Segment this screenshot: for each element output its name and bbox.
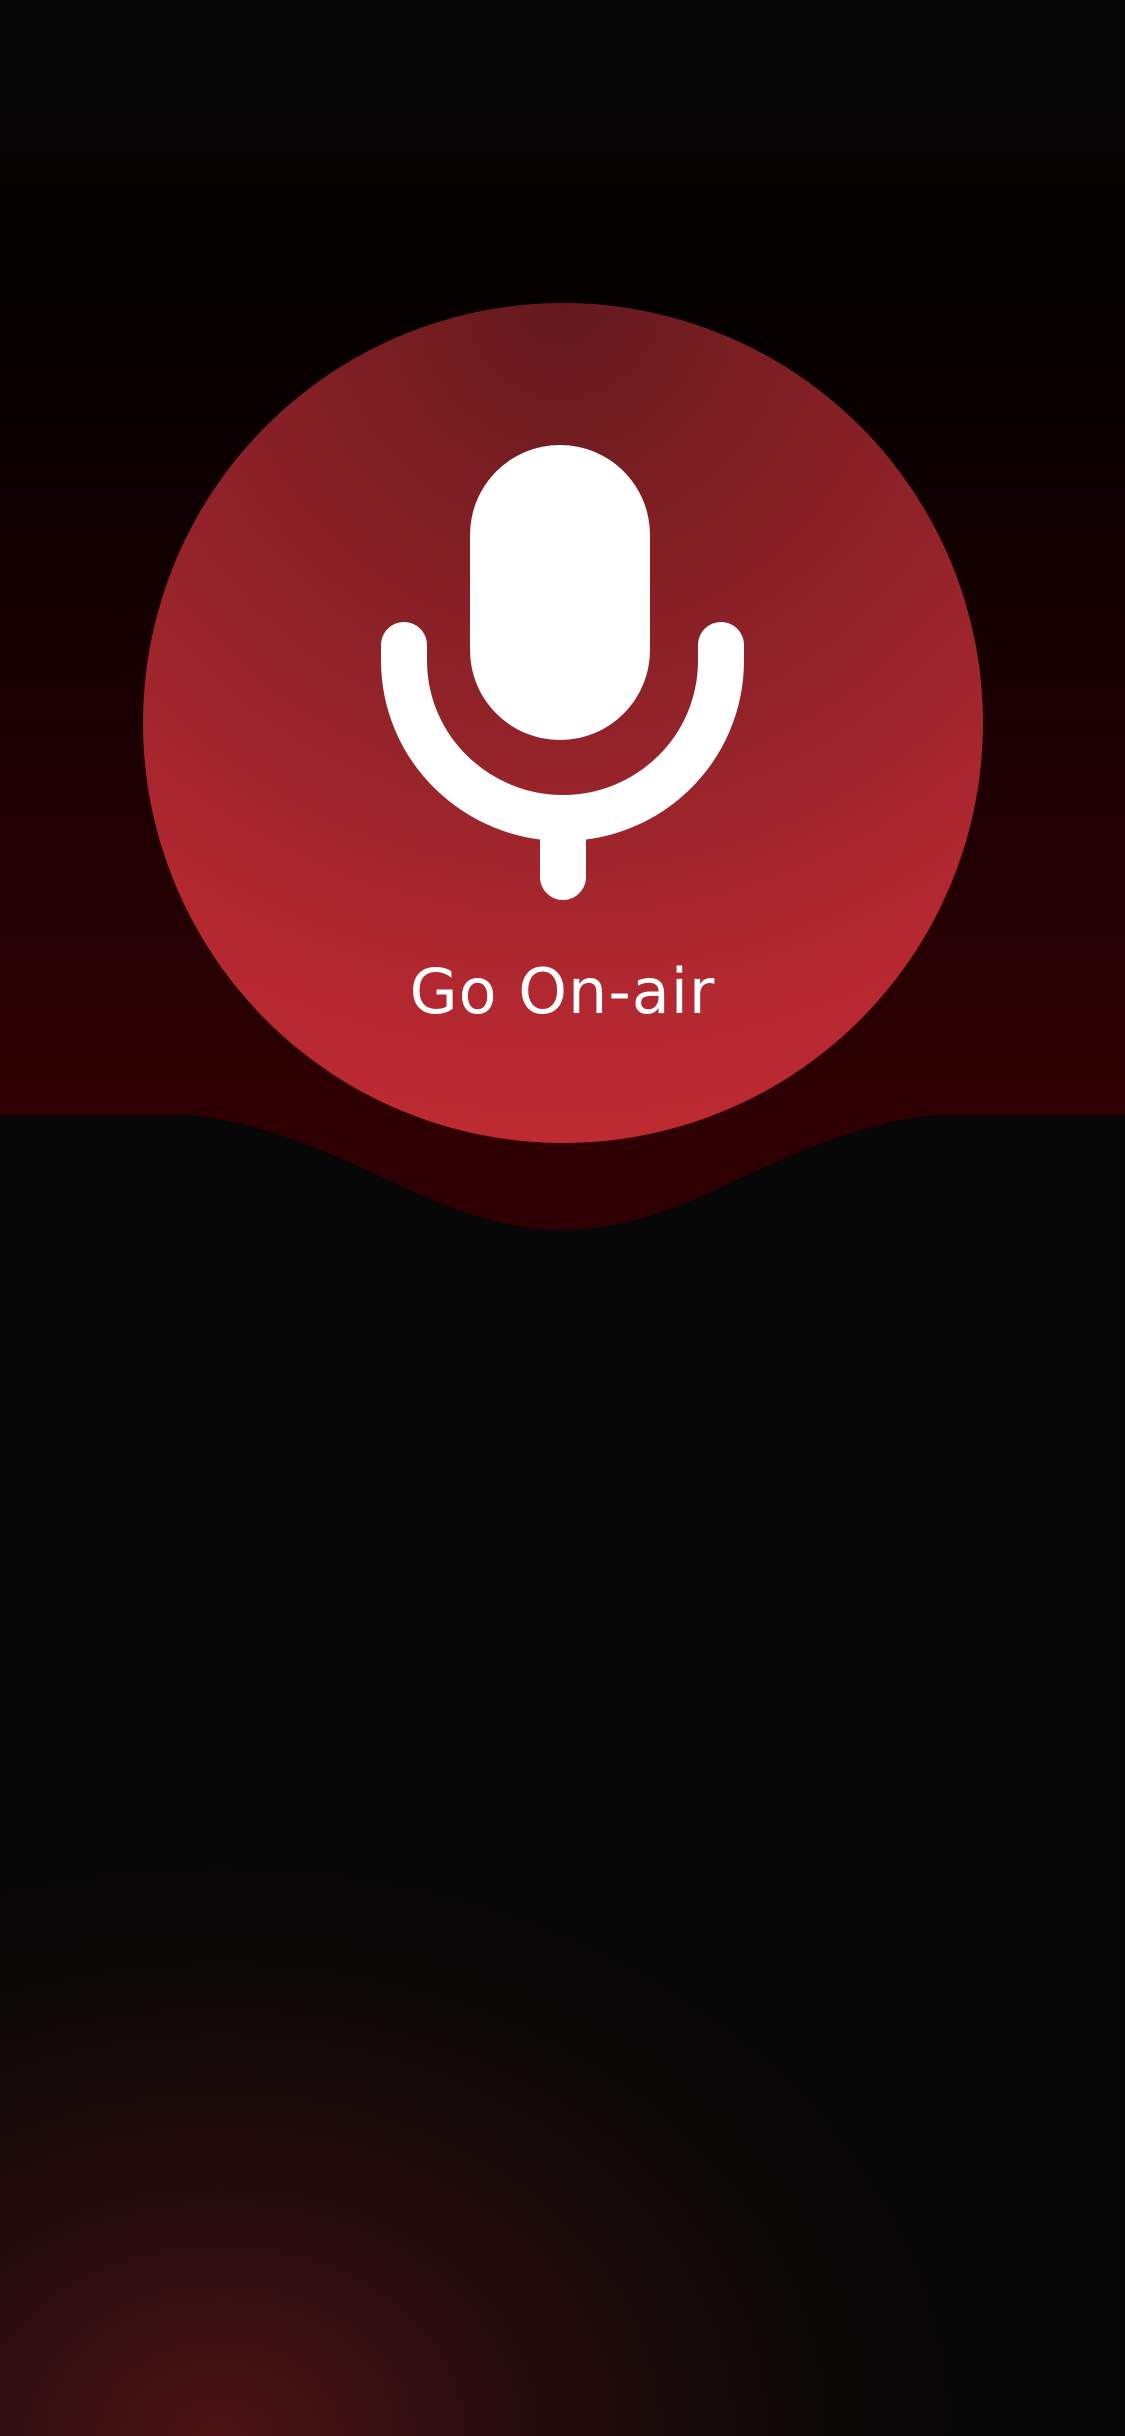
- go-on-air-label: Go On-air: [409, 955, 716, 1028]
- microphone-icon: [381, 445, 744, 900]
- go-on-air-screen: Go On-air: [0, 0, 1125, 2436]
